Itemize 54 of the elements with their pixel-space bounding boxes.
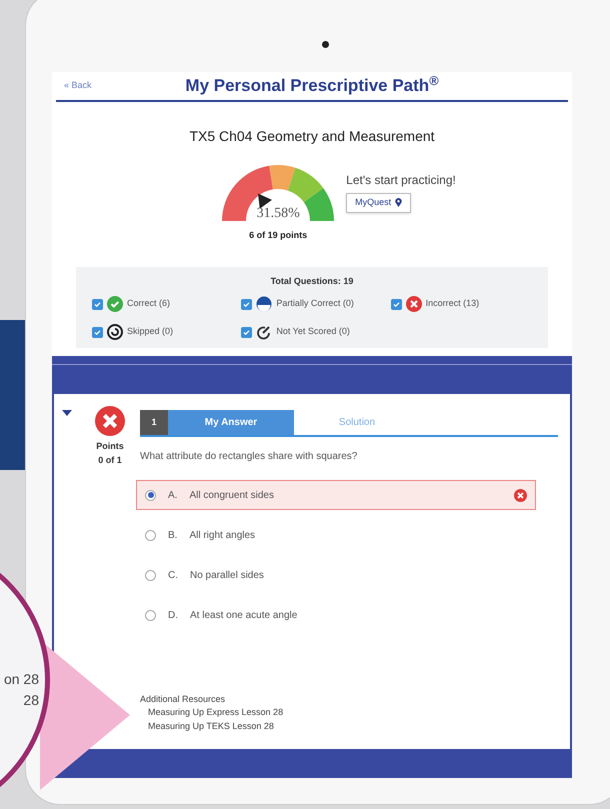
check-icon [392,300,400,308]
legend-label: Correct (6) [127,297,170,310]
radio-button[interactable] [145,570,156,580]
check-icon [94,300,101,308]
answer-option[interactable]: B. All right angles [136,520,536,550]
practice-message: Let's start practicing! [346,172,456,189]
radio-button[interactable] [145,530,156,540]
checkbox[interactable] [241,326,252,338]
gauge-reading: 31.58% [256,205,301,223]
assessment-title: TX5 Ch04 Geometry and Measurement [188,127,436,146]
magnified-text: 28 [23,691,39,710]
checkbox[interactable] [92,326,103,338]
map-pin-icon [395,198,402,208]
option-text: All congruent sides [189,488,275,502]
points-value: 0 of 1 [98,454,122,466]
radio-button[interactable] [145,490,156,500]
checkbox[interactable] [92,298,103,310]
points-label: Points [96,440,124,453]
resources-title: Additional Resources [140,692,226,706]
half-circle-icon [256,296,272,312]
x-circle-icon [406,296,422,312]
magnified-text: on 28 [4,670,39,689]
question-number: 1 [140,410,168,435]
check-icon [94,328,101,336]
option-letter: B. [168,528,178,542]
checkbox[interactable] [390,298,402,310]
legend-label: Incorrect (13) [426,297,480,310]
answer-option[interactable]: D. At least one acute angle [136,600,536,630]
legend-label: Not Yet Scored (0) [276,325,350,338]
legend-label: Skipped (0) [127,325,174,338]
check-icon [243,328,250,336]
option-text: At least one acute angle [190,608,298,622]
checkbox[interactable] [241,298,252,310]
points-text: 6 of 19 points [249,229,308,242]
option-text: All right angles [189,528,256,542]
pencil-circle-icon [256,324,272,340]
question-prompt: What attribute do rectangles share with squares? [140,450,358,464]
page-title: My Personal Prescriptive Path$^{®}$ [185,73,439,98]
answer-option[interactable]: C. No parallel sides [136,560,536,590]
resource-link[interactable]: Measuring Up Express Lesson 28 [148,706,558,720]
myquest-button[interactable]: MyQuest [346,193,412,212]
resource-link[interactable]: Measuring Up TEKS Lesson 28 [148,720,558,733]
total-questions: Total Questions: 19 [270,274,354,288]
answer-option[interactable]: A. All congruent sides [136,480,536,510]
option-text: No parallel sides [190,568,265,582]
x-circle-icon [514,488,527,502]
legend-label: Partially Correct (0) [276,297,354,310]
back-link[interactable]: « Back [64,79,92,93]
option-letter: C. [168,568,178,582]
check-icon [243,300,250,308]
option-letter: D. [168,608,178,622]
radio-button[interactable] [145,610,156,620]
option-letter: A. [168,488,178,502]
check-circle-icon [107,296,123,312]
